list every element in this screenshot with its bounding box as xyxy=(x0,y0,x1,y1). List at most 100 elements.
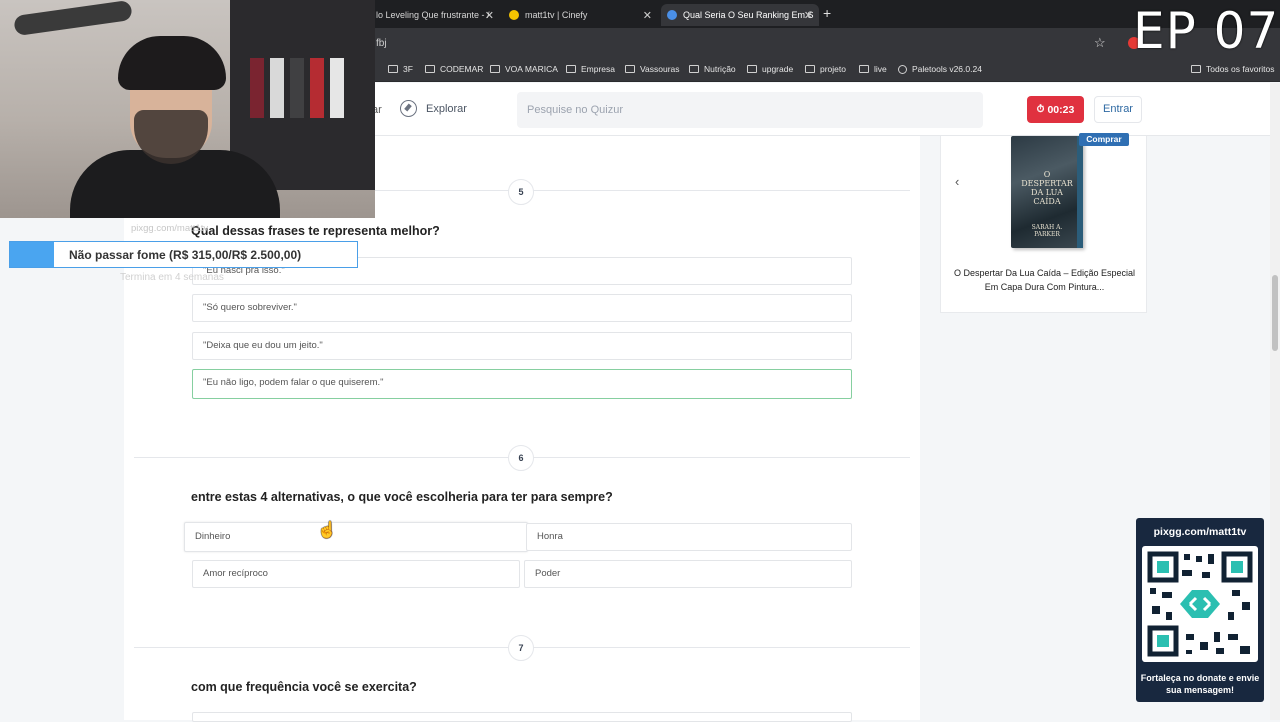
qr-code-icon xyxy=(1147,551,1253,657)
bookmark-label: VOA MARICA xyxy=(505,64,558,74)
qr-code xyxy=(1142,546,1258,662)
answer-option[interactable]: Dinheiro xyxy=(184,522,528,552)
folder-icon xyxy=(625,65,635,73)
question-number: 5 xyxy=(508,179,534,205)
compass-icon xyxy=(400,100,417,117)
bookmark-3f[interactable]: 3F xyxy=(388,64,413,74)
bookmark-label: Vassouras xyxy=(640,64,680,74)
tab-quizur[interactable]: Qual Seria O Seu Ranking Em S ✕ xyxy=(661,4,819,26)
page-scrollbar[interactable] xyxy=(1270,83,1280,720)
buy-button[interactable]: Comprar xyxy=(1079,133,1129,146)
close-icon[interactable]: ✕ xyxy=(485,9,494,22)
login-button[interactable]: Entrar xyxy=(1094,96,1142,123)
rifle-prop xyxy=(13,0,133,37)
globe-icon xyxy=(898,64,907,74)
qr-caption: Fortaleça no donate e envie sua mensagem… xyxy=(1140,673,1260,695)
episode-label: EP 07 xyxy=(1133,2,1280,60)
tab-cinefy[interactable]: matt1tv | Cinefy ✕ xyxy=(503,4,658,26)
clothing xyxy=(310,58,324,118)
question-number: 6 xyxy=(508,445,534,471)
qr-donation-panel: pixgg.com/matt1tv Fortaleça no donate e … xyxy=(1136,518,1264,702)
bookmark-vassouras[interactable]: Vassouras xyxy=(625,64,680,74)
product-title[interactable]: O Despertar Da Lua Caída – Edição Especi… xyxy=(951,266,1138,294)
chevron-left-icon[interactable]: ‹ xyxy=(955,174,959,189)
timer-value: 00:23 xyxy=(1047,103,1075,116)
bookmark-label: live xyxy=(874,64,887,74)
folder-icon xyxy=(1191,65,1201,73)
answer-option[interactable]: "Só quero sobreviver." xyxy=(192,294,852,322)
book-cover-image[interactable]: O DESPERTAR DA LUA CAÍDA SARAH A. PARKER xyxy=(1011,136,1083,248)
tab-title: matt1tv | Cinefy xyxy=(525,10,588,20)
qr-url: pixgg.com/matt1tv xyxy=(1153,526,1247,538)
bookmark-all-favorites[interactable]: Todos os favoritos xyxy=(1191,64,1275,74)
folder-icon xyxy=(805,65,815,73)
clothing xyxy=(290,58,304,118)
quiz-content: 5 Qual dessas frases te representa melho… xyxy=(124,136,920,722)
bookmark-paletools[interactable]: Paletools v26.0.24 xyxy=(898,64,982,74)
ghost-text: Termina em 4 semanas xyxy=(120,272,224,283)
bookmark-projeto[interactable]: projeto xyxy=(805,64,846,74)
bookmark-label: projeto xyxy=(820,64,846,74)
bookmark-label: Paletools v26.0.24 xyxy=(912,64,982,74)
folder-icon xyxy=(490,65,500,73)
tab-title: lo Leveling Que frustrante - / xyxy=(376,10,490,20)
tab-solo-leveling[interactable]: lo Leveling Que frustrante - / ✕ xyxy=(370,4,500,26)
answer-option-selected[interactable]: "Eu não ligo, podem falar o que quiserem… xyxy=(192,369,852,399)
folder-icon xyxy=(859,65,869,73)
bookmark-label: CODEMAR xyxy=(440,64,484,74)
folder-icon xyxy=(747,65,757,73)
bookmark-label: upgrade xyxy=(762,64,794,74)
streamer-hair xyxy=(118,36,226,90)
ghost-text: pixgg.com/matt1tv xyxy=(131,223,209,234)
explore-link[interactable]: Explorar xyxy=(400,100,467,117)
webcam-overlay xyxy=(0,0,375,218)
question-title: com que frequência você se exercita? xyxy=(191,680,417,694)
answer-option[interactable]: Honra xyxy=(526,523,852,551)
bookmark-upgrade[interactable]: upgrade xyxy=(747,64,793,74)
answer-option[interactable] xyxy=(192,712,852,722)
scrollbar-thumb[interactable] xyxy=(1272,275,1278,351)
bookmark-codemar[interactable]: CODEMAR xyxy=(425,64,483,74)
clothing xyxy=(250,58,264,118)
bookmark-empresa[interactable]: Empresa xyxy=(566,64,615,74)
close-icon[interactable]: ✕ xyxy=(804,9,813,22)
quizur-favicon-icon xyxy=(667,10,677,20)
bookmark-label: Empresa xyxy=(581,64,616,74)
folder-icon xyxy=(689,65,699,73)
bookmark-label: Nutrição xyxy=(704,64,736,74)
clothing xyxy=(270,58,284,118)
book-spine xyxy=(1077,136,1083,248)
book-cover-author: SARAH A. PARKER xyxy=(1031,224,1063,238)
answer-option[interactable]: Amor recíproco xyxy=(192,560,520,588)
answer-option[interactable]: "Deixa que eu dou um jeito." xyxy=(192,332,852,360)
clothing xyxy=(330,58,344,118)
mouse-cursor-icon: ☝ xyxy=(317,522,337,539)
product-widget: ‹ O DESPERTAR DA LUA CAÍDA SARAH A. PARK… xyxy=(940,133,1147,313)
bookmark-live[interactable]: live xyxy=(859,64,887,74)
cinefy-favicon-icon xyxy=(509,10,519,20)
bookmark-nutricao[interactable]: Nutrição xyxy=(689,64,736,74)
bookmark-star-icon[interactable]: ☆ xyxy=(1094,35,1106,51)
goal-label: Não passar fome (R$ 315,00/R$ 2.500,00) xyxy=(69,248,302,262)
timer-button[interactable]: ⏱ 00:23 xyxy=(1027,96,1084,123)
answer-option[interactable]: Poder xyxy=(524,560,852,588)
bookmark-label: 3F xyxy=(403,64,413,74)
question-title: Qual dessas frases te representa melhor? xyxy=(191,224,440,238)
book-cover-title: O DESPERTAR DA LUA CAÍDA xyxy=(1021,170,1073,206)
folder-icon xyxy=(425,65,435,73)
question-number: 7 xyxy=(508,635,534,661)
search-input[interactable]: Pesquise no Quizur xyxy=(517,92,983,128)
bookmark-voa-marica[interactable]: VOA MARICA xyxy=(490,64,558,74)
stopwatch-icon: ⏱ xyxy=(1036,104,1045,115)
goal-progress-fill xyxy=(10,242,54,267)
donation-goal-bar: Não passar fome (R$ 315,00/R$ 2.500,00) xyxy=(9,241,358,268)
question-title: entre estas 4 alternativas, o que você e… xyxy=(191,490,613,504)
new-tab-icon[interactable]: + xyxy=(823,5,831,21)
bookmark-label: Todos os favoritos xyxy=(1206,64,1275,74)
tab-title: Qual Seria O Seu Ranking Em S xyxy=(683,10,814,20)
folder-icon xyxy=(566,65,576,73)
url-text[interactable]: fbj xyxy=(376,38,387,49)
explore-label: Explorar xyxy=(426,102,467,115)
close-icon[interactable]: ✕ xyxy=(643,9,652,22)
folder-icon xyxy=(388,65,398,73)
